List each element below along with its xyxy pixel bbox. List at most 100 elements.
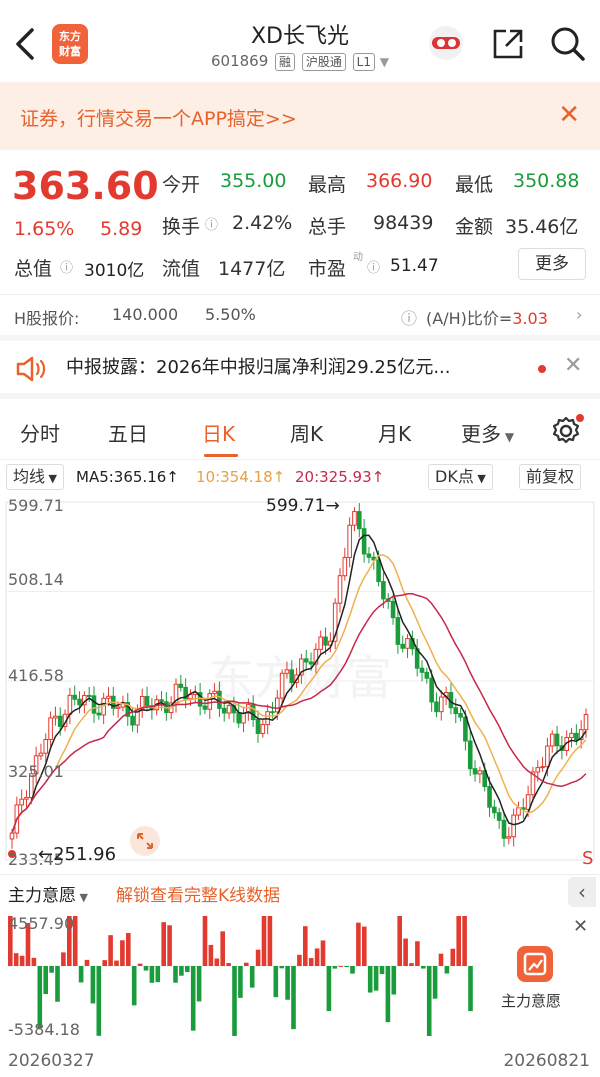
pe-dynamic-mark: 动 [353,252,363,263]
indicator-bar [155,966,161,983]
expand-icon[interactable] [130,826,160,856]
candle-body [501,819,507,839]
indicator-bar [456,916,461,966]
indicator-bar [426,966,432,1036]
low-label: 最低 [455,174,494,196]
ma-type-select[interactable]: 均线 ▼ [6,464,64,490]
help-icon[interactable]: ⓘ [401,305,417,329]
indicator-bar [362,926,367,966]
tab-weekly-k[interactable]: 周K [290,418,323,447]
s-marker: S [582,848,594,869]
indicator-bar [43,966,48,995]
close-icon[interactable]: ✕ [558,100,580,130]
collapse-chevron-icon[interactable]: ‹ [568,877,596,907]
promo-banner-text[interactable]: 证券，行情交易一个APP搞定>> [20,104,297,131]
high-annotation-value: 599.71 [266,496,326,516]
change-amount: 5.89 [100,218,143,240]
indicator-bar [267,916,273,966]
candle-body [453,707,459,715]
candle-body [477,770,483,775]
dk-label: DK点 [435,467,474,486]
date-axis: 20260327 20260821 [0,1043,600,1077]
ah-ratio-value: 3.03 [512,309,548,328]
main-force-label[interactable]: 主力意愿 [501,990,561,1011]
unlock-link[interactable]: 解锁查看完整K线数据 [116,881,280,906]
candle-body [323,636,328,646]
candle-body [106,695,111,699]
indicator-bar [438,953,444,966]
info-icon[interactable]: ⓘ [205,214,218,233]
close-icon[interactable]: ✕ [573,916,588,937]
candle-body [506,836,512,839]
share-icon[interactable] [490,26,526,62]
candle-body [429,677,434,703]
indicator-bar [391,966,397,995]
indicator-bar [403,938,408,966]
adjust-select[interactable]: 前复权 [519,464,582,490]
period-tabs: 分时 五日 日K 周K 月K 更多 ▼ [0,404,600,460]
indicator-bar [238,966,243,998]
indicator-bar [226,963,231,966]
indicator-bar [214,958,220,966]
low-annotation-value: 251.96 [53,844,117,865]
candle-body [434,701,439,713]
candle-body [159,699,164,703]
candle-body [9,832,15,840]
indicator-bar [332,966,338,969]
quote-panel: 363.60 1.65% 5.89 今开 355.00 最高 366.90 最低… [0,150,600,290]
ah-ratio[interactable]: (A/H)比价=3.03 [426,305,548,329]
tab-monthly-k[interactable]: 月K [378,418,411,447]
indicator-row: 主力意愿 ▼ 解锁查看完整K线数据 ‹ [0,874,600,908]
chevron-down-icon: ▼ [45,472,57,485]
info-icon[interactable]: ⓘ [60,257,73,276]
candle-body [366,553,372,558]
kline-svg[interactable]: 东方财富 [0,494,600,874]
close-icon[interactable]: ✕ [564,353,582,378]
info-icon[interactable]: ⓘ [367,257,380,276]
indicator-bar [291,966,296,1030]
candle-body [38,752,44,757]
indicator-bar [314,948,320,966]
tab-five-day[interactable]: 五日 [108,418,148,447]
indicator-bar [338,965,343,967]
settings-gear-icon[interactable] [549,414,584,452]
dk-point-select[interactable]: DK点 ▼ [428,464,493,490]
more-button[interactable]: 更多 [518,248,586,280]
candle-body [255,719,261,734]
indicator-side-panel[interactable]: ✕ 主力意愿 [477,910,600,1040]
tab-more[interactable]: 更多 ▼ [461,418,514,447]
kline-chart[interactable]: 东方财富 599.71 508.14 416.58 325.01 233.45 … [0,494,600,874]
ma-row: 均线 ▼ MA5:365.16↑ 10:354.18↑ 20:325.93↑ D… [0,460,600,494]
indicator-bar [297,954,302,966]
active-tab-underline [204,454,238,457]
chevron-right-icon[interactable]: › [576,305,582,324]
high-value: 366.90 [366,170,433,192]
indicator-bar [173,966,178,983]
speaker-icon [14,355,46,387]
indicator-bar [232,966,237,1036]
candle-body [72,694,78,700]
indicator-bar [13,953,19,966]
candle-body [419,667,425,673]
notice-bar[interactable]: 中报披露：2026年中报归属净利润29.25亿元... ✕ [0,335,600,399]
tab-daily-k[interactable]: 日K [202,418,235,447]
candle-body [381,581,386,600]
indicator-select[interactable]: 主力意愿 ▼ [8,881,88,906]
candle-body [496,812,502,821]
main-force-icon[interactable] [517,946,553,982]
chevron-down-icon[interactable]: ▼ [380,55,389,69]
notice-text[interactable]: 中报披露：2026年中报归属净利润29.25亿元... [66,353,451,379]
promo-banner[interactable]: 证券，行情交易一个APP搞定>> ✕ [0,82,600,150]
tab-intraday[interactable]: 分时 [20,418,60,447]
chevron-down-icon: ▼ [501,430,515,444]
candle-body [583,714,589,731]
avatar[interactable] [424,24,468,62]
indicator-bar [102,960,107,966]
indicator-bar [37,966,43,1029]
candle-body [260,724,266,734]
low-value: 350.88 [513,170,580,192]
candle-body [356,511,362,530]
y-tick-max: 599.71 [8,496,64,515]
search-icon[interactable] [548,24,588,64]
candle-body [221,707,227,714]
